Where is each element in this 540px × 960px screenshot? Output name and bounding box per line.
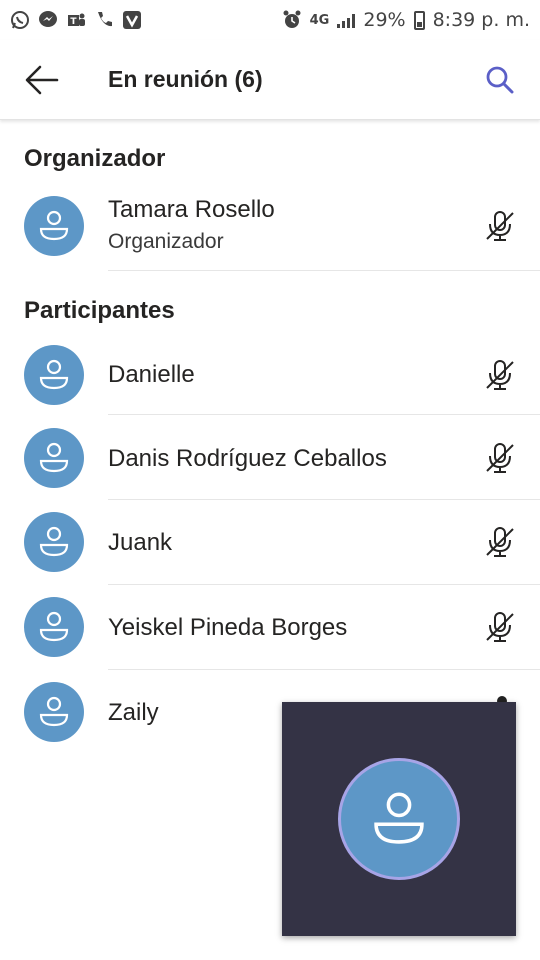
messenger-icon [38, 10, 58, 30]
notification-icons: T [10, 10, 142, 30]
check-box-icon [122, 10, 142, 30]
divider [108, 270, 540, 271]
participant-name: Juank [108, 529, 173, 556]
battery-percent: 29% [363, 9, 406, 31]
organizer-section-title: Organizador [24, 145, 166, 172]
network-type: 4G [309, 12, 330, 28]
mic-off-icon [486, 360, 514, 390]
mic-off-icon [486, 211, 514, 241]
person-icon [374, 792, 424, 844]
participant-row[interactable]: Danis Rodríguez Ceballos [0, 418, 540, 502]
participant-info: Tamara Rosello Organizador [108, 196, 275, 254]
avatar [24, 196, 84, 256]
app-header: En reunión (6) [0, 40, 540, 120]
mic-off-icon [486, 612, 514, 642]
avatar [24, 682, 84, 742]
participant-name: Danis Rodríguez Ceballos [108, 445, 387, 472]
participant-info: Yeiskel Pineda Borges [108, 614, 347, 642]
participant-info: Juank [108, 529, 172, 557]
clock: 8:39 p. m. [432, 9, 530, 31]
svg-text:T: T [70, 17, 77, 27]
participant-role: Organizador [108, 230, 224, 253]
participant-row[interactable]: Danielle [0, 333, 540, 417]
phone-icon [94, 10, 114, 30]
person-icon [39, 696, 69, 727]
battery-icon [413, 10, 425, 30]
divider [108, 669, 540, 670]
participant-name: Yeiskel Pineda Borges [108, 614, 348, 641]
pip-avatar [338, 758, 460, 880]
page-title: En reunión (6) [108, 66, 263, 92]
participant-name: Tamara Rosello [108, 196, 275, 223]
mic-status [482, 524, 518, 560]
person-icon [39, 359, 69, 390]
system-icons: 4G 29% 8:39 p. m. [282, 9, 530, 31]
avatar [24, 597, 84, 657]
avatar [24, 428, 84, 488]
person-icon [39, 442, 69, 473]
person-icon [39, 210, 69, 241]
avatar [24, 512, 84, 572]
search-button[interactable] [470, 50, 530, 110]
divider [108, 499, 540, 500]
avatar [24, 345, 84, 405]
video-pip-window[interactable] [282, 702, 516, 936]
mic-status [482, 440, 518, 476]
person-icon [39, 526, 69, 557]
mic-status [482, 609, 518, 645]
whatsapp-icon [10, 10, 30, 30]
signal-icon [337, 12, 356, 28]
participant-info: Zaily [108, 699, 159, 727]
mic-off-icon [486, 527, 514, 557]
participant-row[interactable]: Juank [0, 502, 540, 586]
person-icon [39, 611, 69, 642]
divider [108, 414, 540, 415]
mic-status [482, 357, 518, 393]
participant-row-organizer[interactable]: Tamara Rosello Organizador [0, 182, 540, 268]
status-bar: T 4G 29% 8:39 p. m. [0, 0, 540, 40]
participants-section-title: Participantes [24, 297, 175, 324]
mic-off-icon [486, 443, 514, 473]
alarm-icon [282, 10, 302, 30]
search-icon [486, 66, 514, 94]
teams-icon: T [66, 10, 86, 30]
participant-row[interactable]: Yeiskel Pineda Borges [0, 587, 540, 671]
mic-status [482, 208, 518, 244]
arrow-left-icon [25, 65, 59, 94]
participant-info: Danielle [108, 361, 195, 389]
back-button[interactable] [12, 50, 72, 110]
participant-name: Danielle [108, 361, 195, 388]
participant-name: Zaily [108, 699, 159, 726]
divider [108, 584, 540, 585]
participant-info: Danis Rodríguez Ceballos [108, 445, 387, 473]
